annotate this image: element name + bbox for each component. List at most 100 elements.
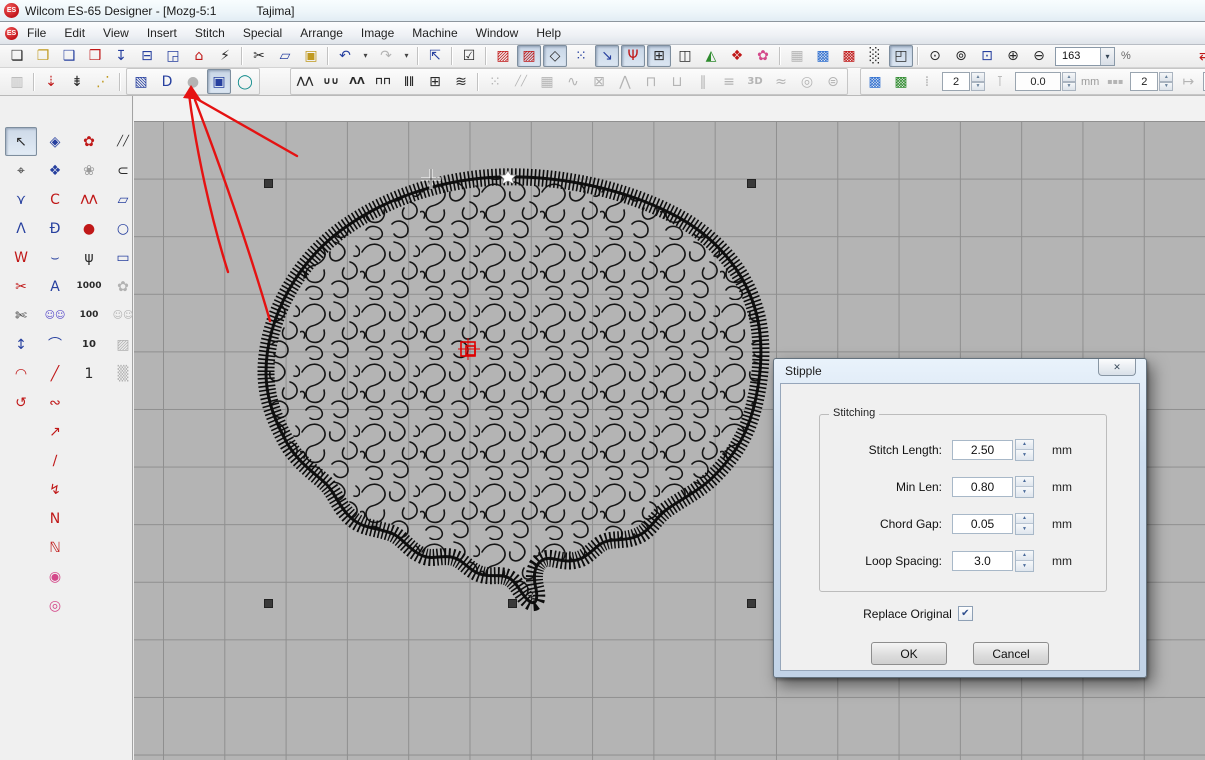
run-digitize-button[interactable]: ⋰ bbox=[91, 69, 115, 94]
contour-stitch-button[interactable]: ≡ bbox=[717, 69, 741, 94]
penetration-tool-tool[interactable]: ψ bbox=[73, 243, 105, 272]
zigzag-run-tool[interactable]: ↯ bbox=[39, 475, 71, 504]
gate-stitch-button[interactable]: ⊔ bbox=[665, 69, 689, 94]
zoom-level-combo[interactable]: 163▾ bbox=[1055, 47, 1115, 66]
mirror-merge-horizontal-button[interactable]: ▩ bbox=[863, 69, 887, 94]
stemstitch-run-tool[interactable]: ∕ bbox=[39, 446, 71, 475]
thread-recolor-tool[interactable]: ✿ bbox=[73, 127, 105, 156]
reshape-envelope-tool[interactable]: ⌒ bbox=[39, 330, 71, 359]
save-to-machine-button[interactable]: ❒ bbox=[83, 45, 107, 67]
digitize-open-object-button[interactable]: D bbox=[155, 69, 179, 94]
monogramming-tool[interactable]: ☺☺ bbox=[39, 301, 71, 330]
menu-edit[interactable]: Edit bbox=[55, 23, 94, 43]
show-stitches-button[interactable]: ▨ bbox=[491, 45, 515, 67]
motif-fill-button[interactable]: ⁙ bbox=[483, 69, 507, 94]
fancy-fill-button[interactable]: ╱╱ bbox=[509, 69, 533, 94]
mirror-merge-vertical-button[interactable]: ▩ bbox=[889, 69, 913, 94]
reshape-fill-tool[interactable]: ❖ bbox=[39, 156, 71, 185]
polygon-select-tool[interactable]: ⌖ bbox=[5, 156, 37, 185]
spin-up-icon[interactable]: ▲ bbox=[1016, 440, 1033, 451]
column-spacing-icon-button[interactable]: ↦ bbox=[1176, 69, 1200, 94]
spin-down-icon[interactable]: ▼ bbox=[1016, 524, 1033, 534]
selection-handle[interactable] bbox=[747, 179, 756, 188]
menu-special[interactable]: Special bbox=[234, 23, 291, 43]
spin-down-icon[interactable]: ▼ bbox=[1016, 487, 1033, 497]
program-pattern-button[interactable]: ▧ bbox=[129, 69, 153, 94]
fur-effect-button[interactable]: ≈ bbox=[769, 69, 793, 94]
menu-file[interactable]: File bbox=[18, 23, 55, 43]
show-needle-button[interactable]: Ψ bbox=[621, 45, 645, 67]
wreath-dots-button[interactable]: ⁞ bbox=[915, 69, 939, 94]
undo-button[interactable]: ↶ bbox=[333, 45, 357, 67]
replace-original-checkbox[interactable]: ✔ bbox=[958, 606, 973, 621]
zoom-in-button[interactable]: ⊕ bbox=[1001, 45, 1025, 67]
spin-down-icon[interactable]: ▼ bbox=[971, 82, 985, 92]
wave-effect-button[interactable]: ≋ bbox=[449, 69, 473, 94]
min-len-input[interactable]: 0.80 bbox=[952, 477, 1013, 497]
freehand-closed-object-button[interactable]: ◯ bbox=[233, 69, 257, 94]
stitch-3d-effect-button[interactable]: 3D bbox=[743, 69, 767, 94]
show-background-button[interactable]: ◭ bbox=[699, 45, 723, 67]
remove-overlaps-tool[interactable]: Ð bbox=[39, 214, 71, 243]
spin-up-icon[interactable]: ▲ bbox=[1159, 72, 1173, 82]
stitch-length-input[interactable]: 2.50 bbox=[952, 440, 1013, 460]
program-split-button[interactable]: ∥∥ bbox=[397, 69, 421, 94]
penetration-marker-black-button[interactable]: ⇟ bbox=[65, 69, 89, 94]
export-machine-file-button[interactable]: ↧ bbox=[109, 45, 133, 67]
row-spacing-value-input[interactable]: 0.0 bbox=[1015, 72, 1061, 91]
zoom-box-button[interactable]: ⊡ bbox=[975, 45, 999, 67]
motif-run-tool[interactable]: N bbox=[39, 504, 71, 533]
stitch-density-tool[interactable]: ⋀⋀ bbox=[73, 185, 105, 214]
spin-down-icon[interactable]: ▼ bbox=[1159, 82, 1173, 92]
backstitch-run-tool[interactable]: ↗ bbox=[39, 417, 71, 446]
mix-thread-chart-button[interactable]: ░ bbox=[863, 45, 887, 67]
machine-connection-button[interactable]: ⚡ bbox=[213, 45, 237, 67]
show-needle-points-button[interactable]: ⁙ bbox=[569, 45, 593, 67]
show-connectors-button[interactable]: ↘ bbox=[595, 45, 619, 67]
copy-button[interactable]: ▱ bbox=[273, 45, 297, 67]
spin-down-icon[interactable]: ▼ bbox=[1062, 82, 1076, 92]
select-object-tool[interactable]: ↖ bbox=[5, 127, 37, 156]
add-holes-tool[interactable]: C bbox=[39, 185, 71, 214]
penetration-marker-red-button[interactable]: ⇣ bbox=[39, 69, 63, 94]
selection-handle[interactable] bbox=[264, 179, 273, 188]
satin-stitch-button[interactable]: ⋀⋀ bbox=[293, 69, 317, 94]
menu-image[interactable]: Image bbox=[352, 23, 403, 43]
zigzag-stitch-button[interactable]: ΛΛ bbox=[345, 69, 369, 94]
dialog-title[interactable]: Stipple bbox=[785, 364, 822, 378]
spin-up-icon[interactable]: ▲ bbox=[1016, 514, 1033, 525]
travel-100-stitches-tool[interactable]: 100 bbox=[73, 301, 105, 330]
ring-stitch-2-button[interactable]: ⊜ bbox=[821, 69, 845, 94]
chain-run-tool[interactable]: ∾ bbox=[39, 388, 71, 417]
spin-up-icon[interactable]: ▲ bbox=[1062, 72, 1076, 82]
loop-spacing-input[interactable]: 3.0 bbox=[952, 551, 1013, 571]
digitize-closed-object-button[interactable]: ● bbox=[181, 69, 205, 94]
selection-handle[interactable] bbox=[508, 599, 517, 608]
ring-tool-tool[interactable]: ◎ bbox=[39, 591, 71, 620]
zoom-factor-tool-button[interactable]: ⊙ bbox=[923, 45, 947, 67]
cut-button[interactable]: ✂ bbox=[247, 45, 271, 67]
curved-fill-button[interactable]: ∿ bbox=[561, 69, 585, 94]
weave-fill-button[interactable]: ▦ bbox=[535, 69, 559, 94]
menu-machine[interactable]: Machine bbox=[403, 23, 466, 43]
show-grid-button[interactable]: ⊞ bbox=[647, 45, 671, 67]
zoom-1-1-button[interactable]: ⊚ bbox=[949, 45, 973, 67]
chevron-down-icon[interactable]: ▾ bbox=[1100, 48, 1114, 65]
lattice-fill-button[interactable]: ⊠ bbox=[587, 69, 611, 94]
row-spacing-icon-button[interactable]: ⊺ bbox=[988, 69, 1012, 94]
show-machine-functions-button[interactable]: ▨ bbox=[517, 45, 541, 67]
select-last-object-button[interactable]: ⇱ bbox=[423, 45, 447, 67]
print-preview-button[interactable]: ◲ bbox=[161, 45, 185, 67]
stitch-player-tool[interactable]: ↕ bbox=[5, 330, 37, 359]
redo-button[interactable]: ↷ bbox=[374, 45, 398, 67]
menu-arrange[interactable]: Arrange bbox=[291, 23, 352, 43]
color-film-button[interactable]: ▩ bbox=[837, 45, 861, 67]
thread-colors-button[interactable]: ▩ bbox=[811, 45, 835, 67]
loop-spacing-spinner[interactable]: ▲ ▼ bbox=[1015, 550, 1034, 572]
satin-ribbon-run-tool[interactable]: ℕ bbox=[39, 533, 71, 562]
thread-swap-tool[interactable]: ❀ bbox=[73, 156, 105, 185]
spin-up-icon[interactable]: ▲ bbox=[1016, 477, 1033, 488]
stipple-fill-button[interactable]: ▣ bbox=[207, 69, 231, 94]
spin-up-icon[interactable]: ▲ bbox=[971, 72, 985, 82]
travel-by-color-button[interactable]: ▥ bbox=[5, 69, 29, 94]
